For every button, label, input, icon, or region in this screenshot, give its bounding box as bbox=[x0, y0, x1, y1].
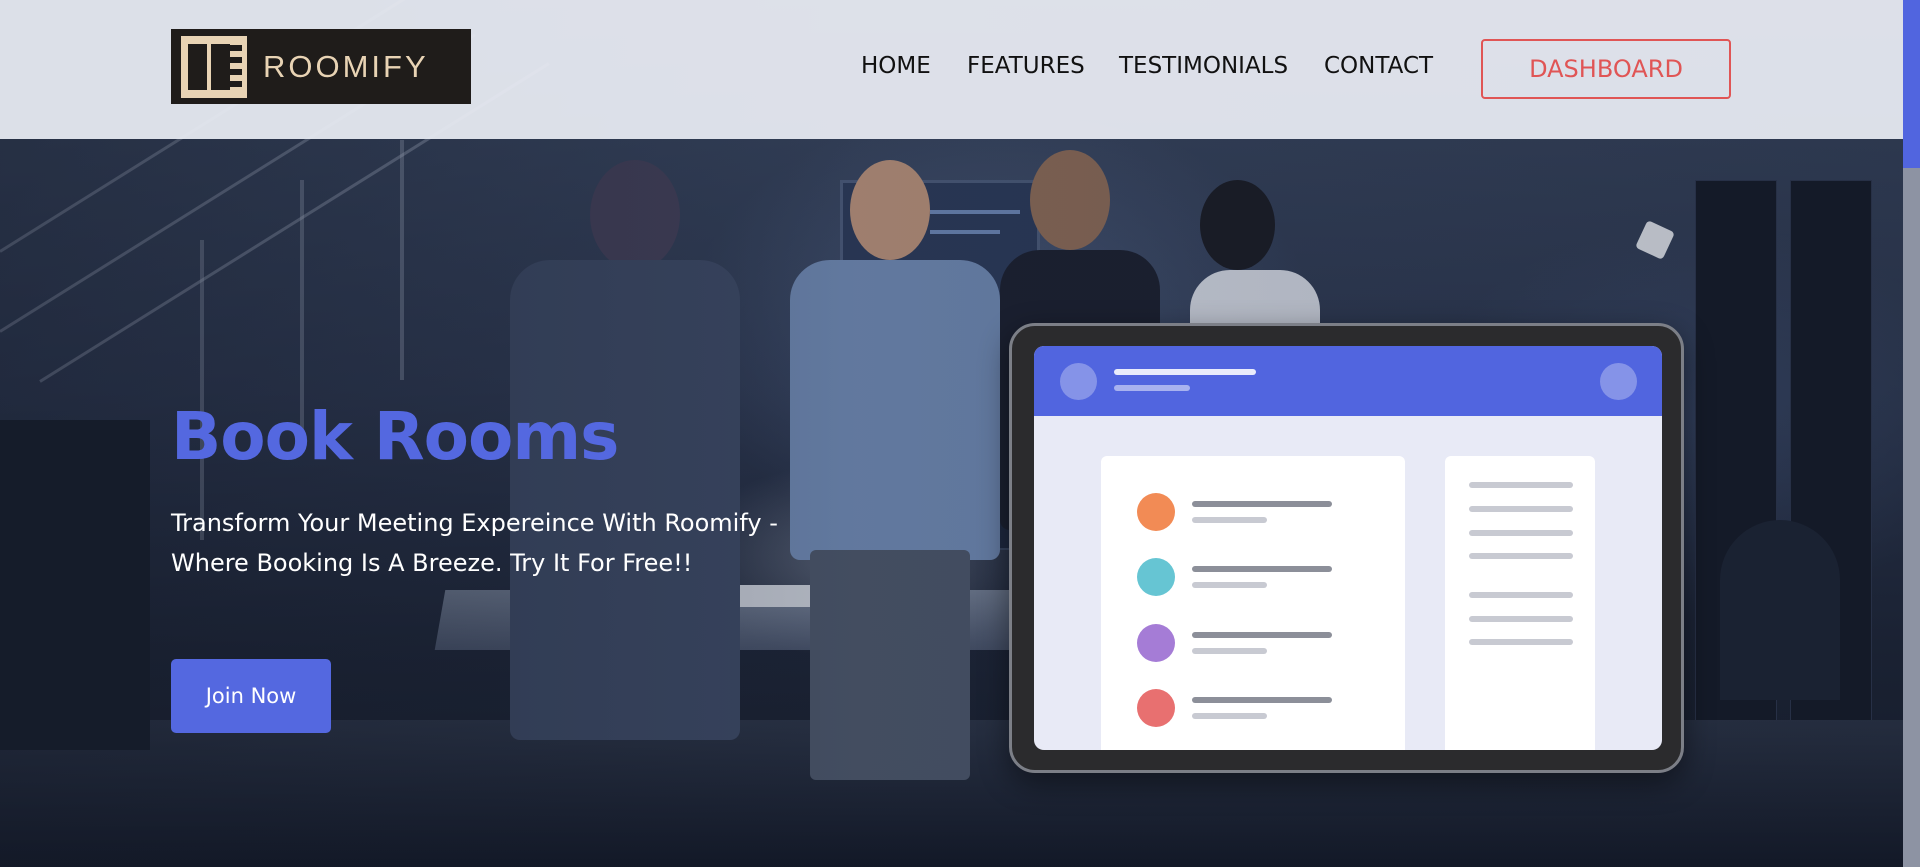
nav-home[interactable]: HOME bbox=[861, 53, 931, 79]
logo[interactable]: ROOMIFY bbox=[171, 29, 471, 104]
nav-contact[interactable]: CONTACT bbox=[1324, 53, 1433, 79]
tablet-illustration bbox=[1009, 323, 1684, 773]
orange-dot-icon bbox=[1137, 493, 1175, 531]
red-dot-icon bbox=[1137, 689, 1175, 727]
menu-placeholder-icon bbox=[1600, 363, 1637, 400]
logo-text: ROOMIFY bbox=[263, 48, 429, 84]
wardrobe-logo-icon bbox=[181, 35, 247, 98]
purple-dot-icon bbox=[1137, 624, 1175, 662]
join-now-button[interactable]: Join Now bbox=[171, 659, 331, 733]
tablet-screen bbox=[1034, 346, 1662, 750]
nav-features[interactable]: FEATURES bbox=[967, 53, 1085, 79]
mockup-list-card bbox=[1101, 456, 1405, 750]
teal-dot-icon bbox=[1137, 558, 1175, 596]
nav-testimonials[interactable]: TESTIMONIALS bbox=[1119, 53, 1288, 79]
hero-subtitle: Transform Your Meeting Expereince With R… bbox=[171, 509, 778, 577]
dashboard-button[interactable]: DASHBOARD bbox=[1481, 39, 1731, 99]
mockup-side-card bbox=[1445, 456, 1595, 750]
hero-title: Book Rooms bbox=[171, 398, 619, 475]
site-header: ROOMIFY HOME FEATURES TESTIMONIALS CONTA… bbox=[0, 0, 1903, 139]
scrollbar-thumb[interactable] bbox=[1903, 0, 1920, 168]
tablet-screen-header bbox=[1034, 346, 1662, 416]
avatar-placeholder-icon bbox=[1060, 363, 1097, 400]
